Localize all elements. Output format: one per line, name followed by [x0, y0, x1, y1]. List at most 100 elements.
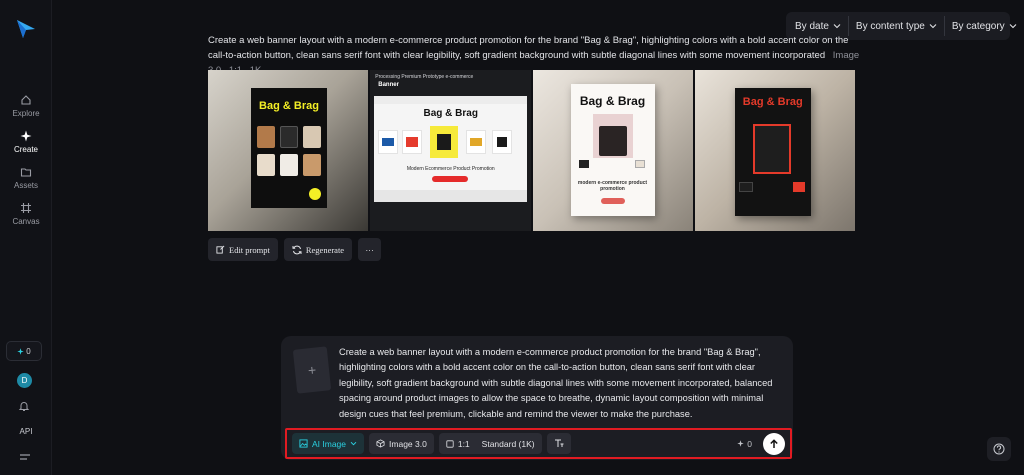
- sidebar-item-explore[interactable]: Explore: [0, 94, 52, 118]
- banner-header: Processing Premium Prototype e-commerce: [375, 74, 474, 80]
- sidebar-item-create[interactable]: Create: [0, 130, 52, 154]
- prompt-input[interactable]: Create a web banner layout with a modern…: [339, 345, 773, 422]
- product-bag: [280, 154, 298, 176]
- banner-card: Bag & Brag: [251, 88, 327, 208]
- mode-selector[interactable]: AI Image: [292, 433, 365, 454]
- image-icon: [299, 439, 308, 448]
- home-icon: [21, 95, 31, 105]
- arrow-up-icon: [770, 438, 778, 448]
- send-button[interactable]: [763, 432, 785, 455]
- menu-icon[interactable]: [19, 452, 31, 462]
- credit-cost: 0: [737, 439, 752, 449]
- credits-count: 0: [26, 346, 31, 356]
- size-selector[interactable]: 1:1 Standard (1K): [438, 433, 542, 454]
- product-bag: [792, 182, 805, 192]
- text-format-icon: [554, 439, 564, 447]
- regenerate-button[interactable]: Regenerate: [283, 238, 353, 261]
- product-bag: [578, 160, 589, 168]
- cube-icon: [376, 439, 385, 448]
- quality-label: Standard (1K): [481, 438, 535, 449]
- generated-image-1[interactable]: Bag & Brag: [208, 70, 369, 231]
- generated-image-3[interactable]: Bag & Brag modern e-commerce product pro…: [532, 70, 693, 231]
- sidebar-item-assets[interactable]: Assets: [0, 166, 52, 190]
- product-tile: [466, 130, 487, 154]
- sidebar-item-canvas[interactable]: Canvas: [0, 202, 52, 226]
- api-link[interactable]: API: [0, 427, 52, 436]
- composer-toolbar: AI Image Image 3.0 1:1 Standard (1K) 0: [285, 428, 792, 459]
- model-label: Image 3.0: [389, 438, 427, 449]
- filter-label: By date: [795, 20, 829, 32]
- product-bag: [634, 160, 645, 168]
- credits-button[interactable]: 0: [6, 341, 42, 361]
- text-style-button[interactable]: [546, 433, 571, 454]
- product-bag: [752, 124, 791, 174]
- app-logo-icon[interactable]: [15, 18, 37, 40]
- filter-label: By category: [951, 20, 1005, 32]
- filter-by-content-type[interactable]: By content type: [847, 16, 944, 36]
- sparkle-icon: [17, 347, 24, 355]
- chevron-down-icon: [833, 24, 841, 29]
- sidebar-item-label: Assets: [13, 181, 38, 190]
- mode-label: AI Image: [312, 438, 347, 449]
- plus-icon: +: [307, 361, 317, 379]
- model-selector[interactable]: Image 3.0: [369, 433, 434, 454]
- prompt-composer: + Create a web banner layout with a mode…: [281, 336, 793, 460]
- product-bag: [598, 126, 627, 156]
- website-cta: [432, 176, 469, 182]
- sparkle-icon: [737, 440, 744, 447]
- sidebar-item-label: Create: [13, 145, 38, 154]
- frame-icon: [21, 203, 31, 213]
- banner-brand-title: Bag & Brag: [259, 100, 319, 112]
- product-tile: [492, 130, 513, 154]
- website-promo-line: Modern Ecommerce Product Promotion: [406, 166, 495, 172]
- credit-cost-value: 0: [747, 438, 752, 449]
- bell-icon[interactable]: [18, 400, 30, 412]
- more-options-button[interactable]: ···: [358, 238, 382, 261]
- refresh-icon: [292, 245, 302, 254]
- folder-icon: [20, 168, 32, 177]
- sidebar-item-label: Explore: [12, 109, 40, 118]
- ratio-label: 1:1: [457, 438, 470, 449]
- product-bag: [280, 126, 298, 148]
- poster-card-dark: Bag & Brag: [734, 88, 811, 216]
- website-mockup: Bag & Brag Modern Ecommerce Product Prom…: [374, 96, 528, 202]
- sidebar: Explore Create Assets Canvas 0 D API: [0, 0, 52, 475]
- generated-image-2[interactable]: Processing Premium Prototype e-commerce …: [370, 70, 531, 231]
- chevron-down-icon: [1009, 24, 1017, 29]
- poster-promo-line: modern e-commerce product promotion: [577, 180, 648, 192]
- product-bag: [303, 154, 321, 176]
- product-tile: [378, 130, 399, 154]
- more-icon: ···: [365, 244, 374, 255]
- chevron-down-icon: [350, 441, 357, 446]
- sidebar-item-label: Canvas: [12, 217, 40, 226]
- sparkle-icon: [20, 130, 32, 142]
- edit-prompt-button[interactable]: Edit prompt: [208, 238, 278, 261]
- website-footer: [374, 190, 528, 202]
- poster-brand-title: Bag & Brag: [579, 94, 646, 108]
- add-reference-image-button[interactable]: +: [292, 346, 332, 394]
- regenerate-label: Regenerate: [305, 244, 345, 255]
- filter-by-category[interactable]: By category: [943, 16, 1024, 36]
- banner-tab: Banner: [378, 82, 399, 88]
- filter-label: By content type: [855, 20, 925, 32]
- poster-brand-title: Bag & Brag: [742, 96, 803, 108]
- poster-card: Bag & Brag modern e-commerce product pro…: [570, 84, 655, 216]
- product-tile-featured: [430, 126, 459, 158]
- poster-cta: [600, 198, 625, 204]
- avatar[interactable]: D: [17, 373, 32, 388]
- generation-prompt-text: Create a web banner layout with a modern…: [208, 35, 849, 61]
- product-bag: [303, 126, 321, 148]
- product-bag: [257, 154, 275, 176]
- edit-prompt-label: Edit prompt: [229, 244, 270, 255]
- generation-actions: Edit prompt Regenerate ···: [208, 238, 382, 261]
- help-button[interactable]: [987, 437, 1011, 461]
- cta-dot: [309, 188, 321, 200]
- product-bag: [257, 126, 275, 148]
- edit-icon: [216, 245, 225, 254]
- website-nav: [374, 96, 528, 104]
- generated-image-4[interactable]: Bag & Brag: [694, 70, 855, 231]
- website-brand-title: Bag & Brag: [423, 108, 478, 119]
- question-icon: [993, 443, 1005, 455]
- product-tile: [402, 130, 423, 154]
- chevron-down-icon: [929, 24, 937, 29]
